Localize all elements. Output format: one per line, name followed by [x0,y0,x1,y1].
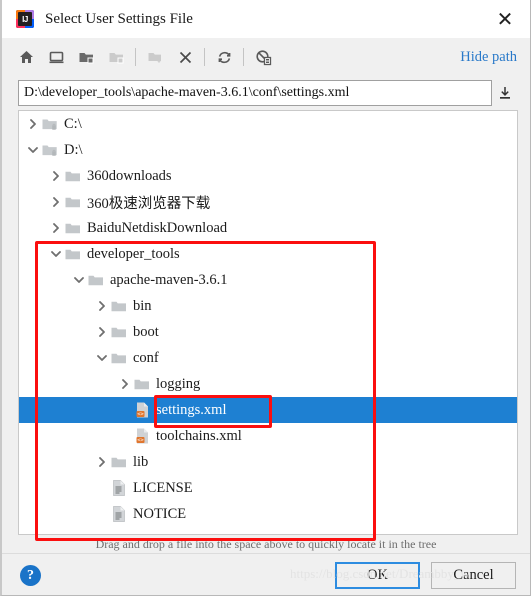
folder-icon [64,189,82,215]
close-icon[interactable]: ✕ [488,4,522,34]
svg-text:<>: <> [137,412,144,418]
tree-row[interactable]: NOTICE [19,501,517,527]
tree-row[interactable]: developer_tools [19,241,517,267]
tree-row[interactable]: <> settings.xml [19,397,517,423]
folder-icon [64,163,82,189]
tree-row[interactable]: logging [19,371,517,397]
dialog-footer: ? OK Cancel [2,553,530,595]
tree-row[interactable]: lib [19,449,517,475]
text-file-icon [110,501,128,527]
svg-text:<>: <> [137,438,144,444]
refresh-icon[interactable] [209,42,239,72]
tree-row-label: conf [133,349,159,366]
home-icon[interactable] [11,42,41,72]
chevron-down-icon[interactable] [25,137,41,163]
folder-icon [64,215,82,241]
download-arrow-icon[interactable] [492,80,518,106]
delete-icon[interactable] [170,42,200,72]
chevron-right-icon[interactable] [48,215,64,241]
tree-row-label: NOTICE [133,505,187,522]
path-row [18,80,518,106]
tree-row[interactable]: 360downloads [19,163,517,189]
xml-file-icon: <> [133,397,151,423]
tree-row-label: bin [133,297,152,314]
folder-icon [87,267,105,293]
show-hidden-icon[interactable] [248,42,278,72]
tree-row-label: settings.xml [156,401,227,418]
tree-row-label: 360极速浏览器下载 [87,195,211,212]
tree-row[interactable]: conf [19,345,517,371]
chevron-down-icon[interactable] [71,267,87,293]
new-folder-icon [140,42,170,72]
chevron-right-icon[interactable] [48,163,64,189]
tree-row[interactable]: boot [19,319,517,345]
text-file-icon [110,475,128,501]
tree-row[interactable]: <> toolchains.xml [19,423,517,449]
tree-row[interactable]: LICENSE [19,475,517,501]
toolbar-separator [243,48,244,66]
title-bar: IJ Select User Settings File ✕ [2,0,530,38]
window-title: Select User Settings File [45,10,193,27]
toolbar-separator [135,48,136,66]
chevron-right-icon[interactable] [48,189,64,215]
tree-row[interactable]: BaiduNetdiskDownload [19,215,517,241]
intellij-idea-icon: IJ [16,10,34,28]
chevron-right-icon[interactable] [25,111,41,137]
drag-drop-hint: Drag and drop a file into the space abov… [95,537,437,551]
folder-icon [110,293,128,319]
tree-row[interactable]: D:\ [19,137,517,163]
folder-icon [133,371,151,397]
drive-folder-icon [41,111,59,137]
toolbar-separator [204,48,205,66]
tree-row-label: 360downloads [87,167,172,184]
folder-icon [110,345,128,371]
logo-text: IJ [18,12,32,26]
tree-row-label: developer_tools [87,245,180,262]
select-user-settings-file-dialog: IJ Select User Settings File ✕ Hide path… [0,0,531,596]
folder-up-icon[interactable] [71,42,101,72]
xml-file-icon: <> [133,423,151,449]
folder-icon [101,42,131,72]
folder-icon [64,241,82,267]
tree-row-label: toolchains.xml [156,427,242,444]
chevron-down-icon[interactable] [94,345,110,371]
hide-path-link[interactable]: Hide path [460,49,517,66]
chevron-right-icon[interactable] [117,371,133,397]
chevron-right-icon[interactable] [94,319,110,345]
file-tree[interactable]: C:\ D:\ 360downloads 360极速浏览器下载 BaiduNetdisk… [18,110,518,535]
tree-row[interactable]: apache-maven-3.6.1 [19,267,517,293]
tree-row-label: D:\ [64,141,83,158]
tree-row-label: LICENSE [133,479,193,496]
toolbar: Hide path [11,38,521,76]
tree-row-label: logging [156,375,201,392]
path-input[interactable] [18,80,492,106]
folder-icon [110,319,128,345]
tree-row-label: BaiduNetdiskDownload [87,219,228,236]
chevron-down-icon[interactable] [48,241,64,267]
help-icon[interactable]: ? [20,565,41,586]
tree-row-label: boot [133,323,159,340]
tree-row-label: lib [133,453,149,470]
cancel-button[interactable]: Cancel [431,562,516,589]
tree-row[interactable]: bin [19,293,517,319]
tree-row-label: C:\ [64,115,82,132]
drive-folder-icon [41,137,59,163]
tree-row[interactable]: 360极速浏览器下载 [19,189,517,215]
tree-row[interactable]: C:\ [19,111,517,137]
folder-icon [110,449,128,475]
ok-button[interactable]: OK [335,562,420,589]
chevron-right-icon[interactable] [94,449,110,475]
chevron-right-icon[interactable] [94,293,110,319]
tree-row-label: apache-maven-3.6.1 [110,271,228,288]
desktop-icon[interactable] [41,42,71,72]
